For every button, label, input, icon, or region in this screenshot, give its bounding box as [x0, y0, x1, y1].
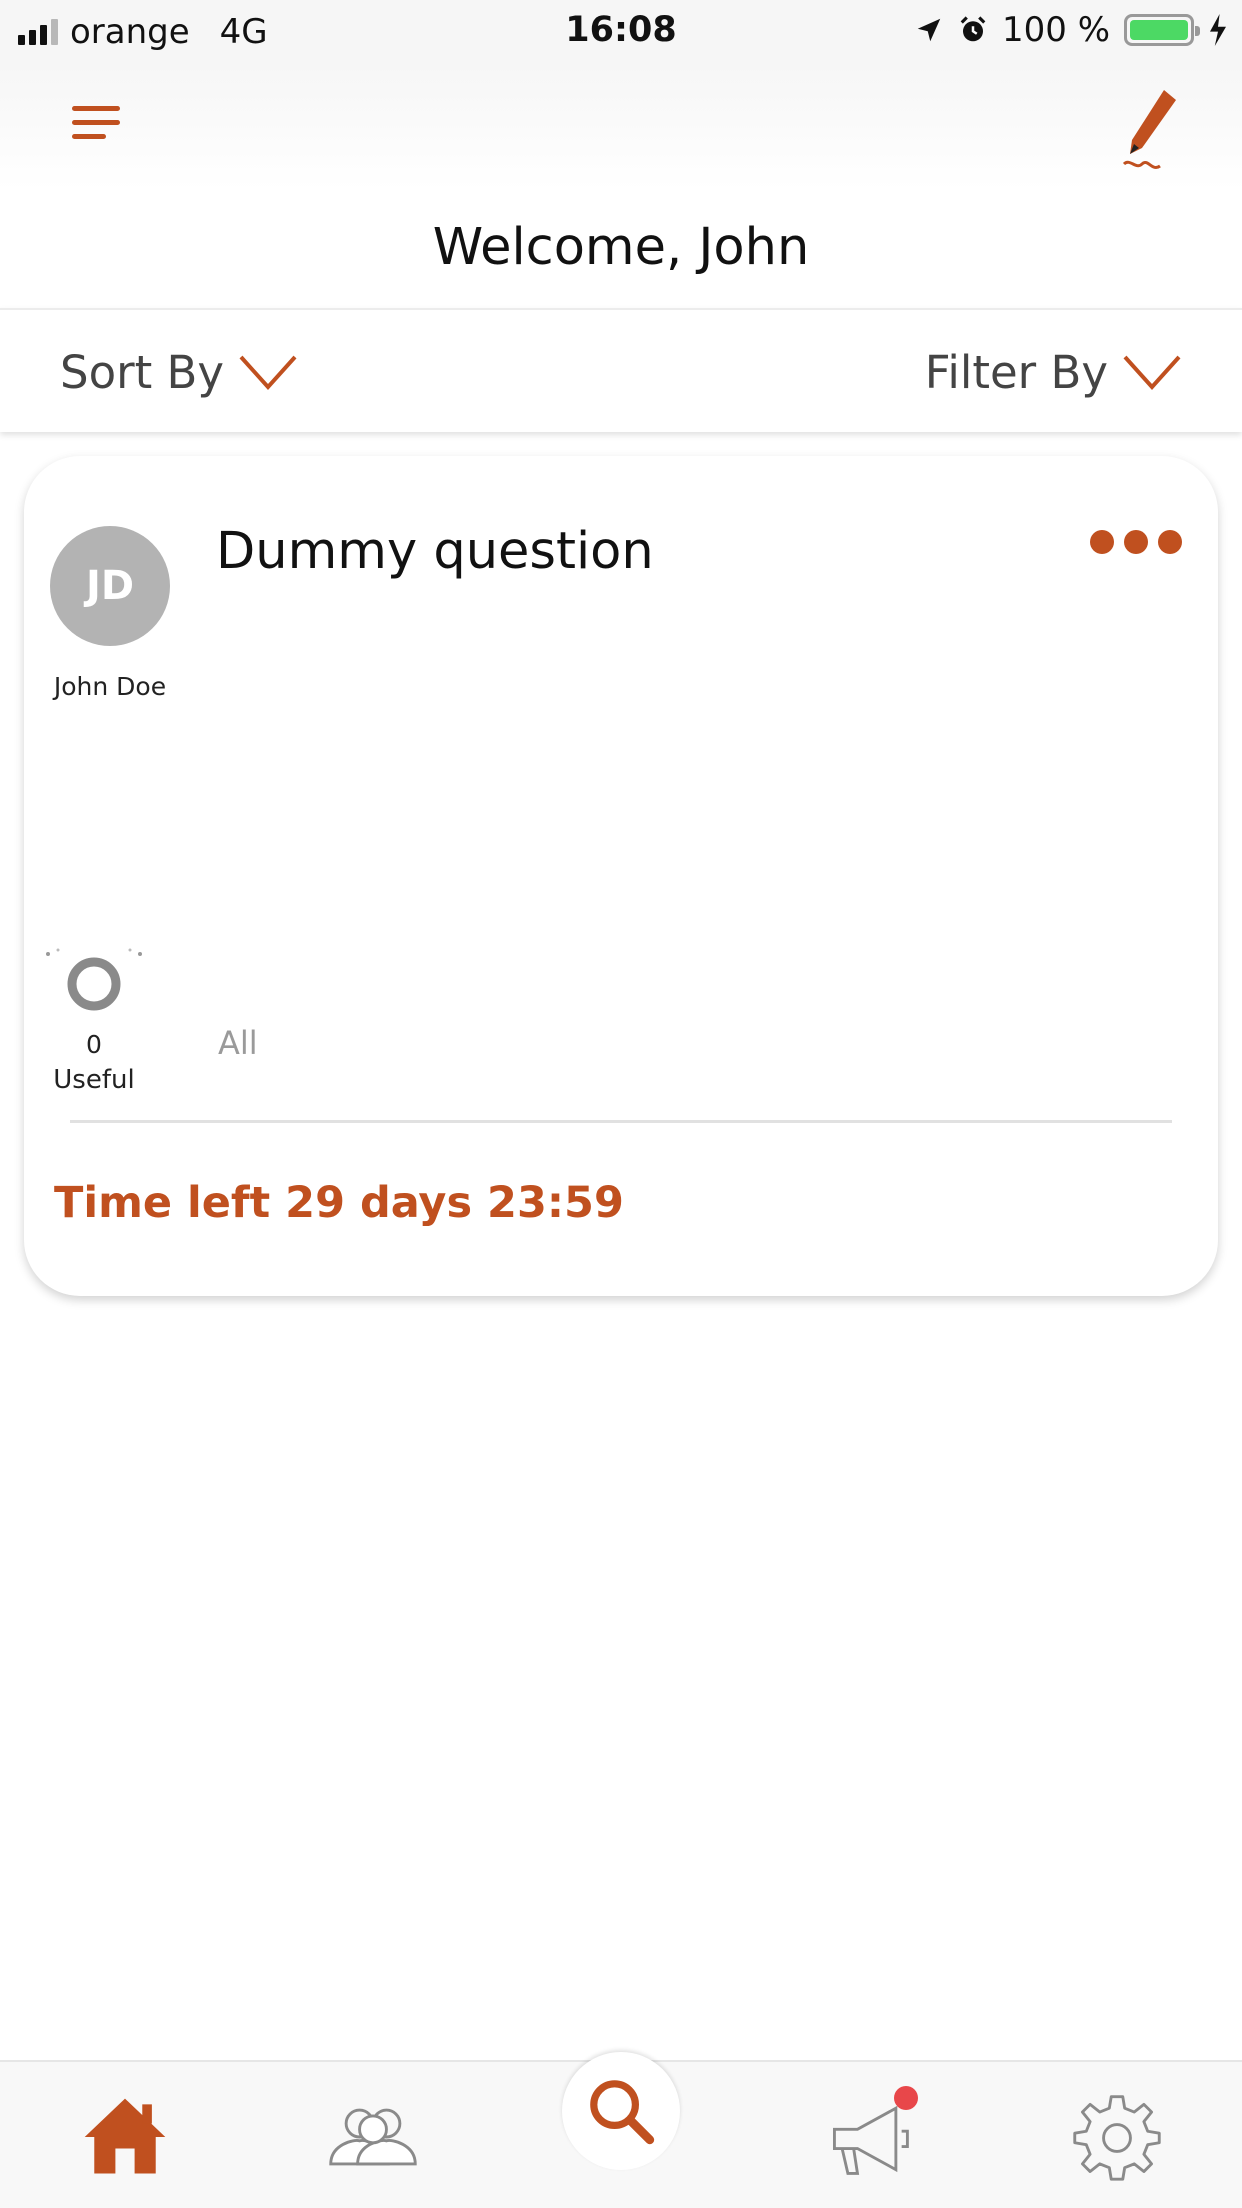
useful-count: 0 — [86, 1030, 102, 1059]
useful-label: Useful — [53, 1065, 135, 1095]
welcome-section: Welcome, John — [0, 190, 1242, 308]
pencil-icon — [1122, 90, 1176, 169]
all-answers-link[interactable]: All — [218, 1024, 258, 1062]
people-icon — [329, 2108, 417, 2166]
charging-icon — [1210, 14, 1226, 46]
useful-block: 0 Useful — [44, 946, 144, 1095]
status-right: 100 % — [914, 10, 1228, 50]
location-icon — [917, 18, 941, 42]
more-dot — [1090, 530, 1114, 554]
menu-icon-bar — [72, 134, 106, 139]
avatar[interactable]: JD — [50, 526, 170, 646]
settings-icon — [1073, 2095, 1161, 2181]
more-dot — [1158, 530, 1182, 554]
welcome-title: Welcome, John — [432, 218, 810, 277]
useful-ring-icon[interactable] — [44, 946, 144, 1016]
filter-by-button[interactable]: Filter By — [925, 346, 1182, 399]
compose-button[interactable] — [1112, 84, 1182, 184]
chevron-down-icon — [1123, 355, 1181, 390]
more-options-button[interactable] — [1090, 530, 1182, 554]
tab-community[interactable] — [318, 2082, 428, 2192]
author-name: John Doe — [53, 672, 167, 701]
menu-icon-bar — [72, 106, 120, 111]
time-left-text: Time left 29 days 23:59 — [54, 1178, 624, 1228]
alarm-icon — [960, 16, 986, 42]
question-title[interactable]: Dummy question — [216, 522, 654, 581]
filter-by-label: Filter By — [924, 346, 1108, 399]
tab-announcements[interactable] — [814, 2082, 924, 2192]
question-card[interactable]: JD John Doe Dummy question 0 Useful All … — [24, 456, 1218, 1296]
home-icon — [84, 2098, 166, 2174]
card-divider — [70, 1120, 1172, 1123]
battery-label: 100 % — [1001, 10, 1110, 50]
tab-settings[interactable] — [1062, 2082, 1172, 2192]
tab-search[interactable] — [562, 2052, 680, 2170]
sort-by-button[interactable]: Sort By — [60, 346, 298, 399]
notification-badge — [894, 2086, 918, 2110]
chevron-down-icon — [239, 355, 297, 390]
sort-by-label: Sort By — [60, 346, 225, 399]
tab-home[interactable] — [70, 2082, 180, 2192]
app-header — [0, 62, 1242, 190]
menu-button[interactable] — [64, 98, 126, 148]
battery-icon — [1124, 14, 1200, 46]
menu-icon-bar — [72, 120, 120, 125]
sort-filter-bar: Sort By Filter By — [0, 308, 1242, 432]
more-dot — [1124, 530, 1148, 554]
status-bar: orange 4G 16:08 100 % — [0, 0, 1242, 62]
tab-bar — [0, 2052, 1242, 2208]
search-icon — [590, 2080, 655, 2145]
